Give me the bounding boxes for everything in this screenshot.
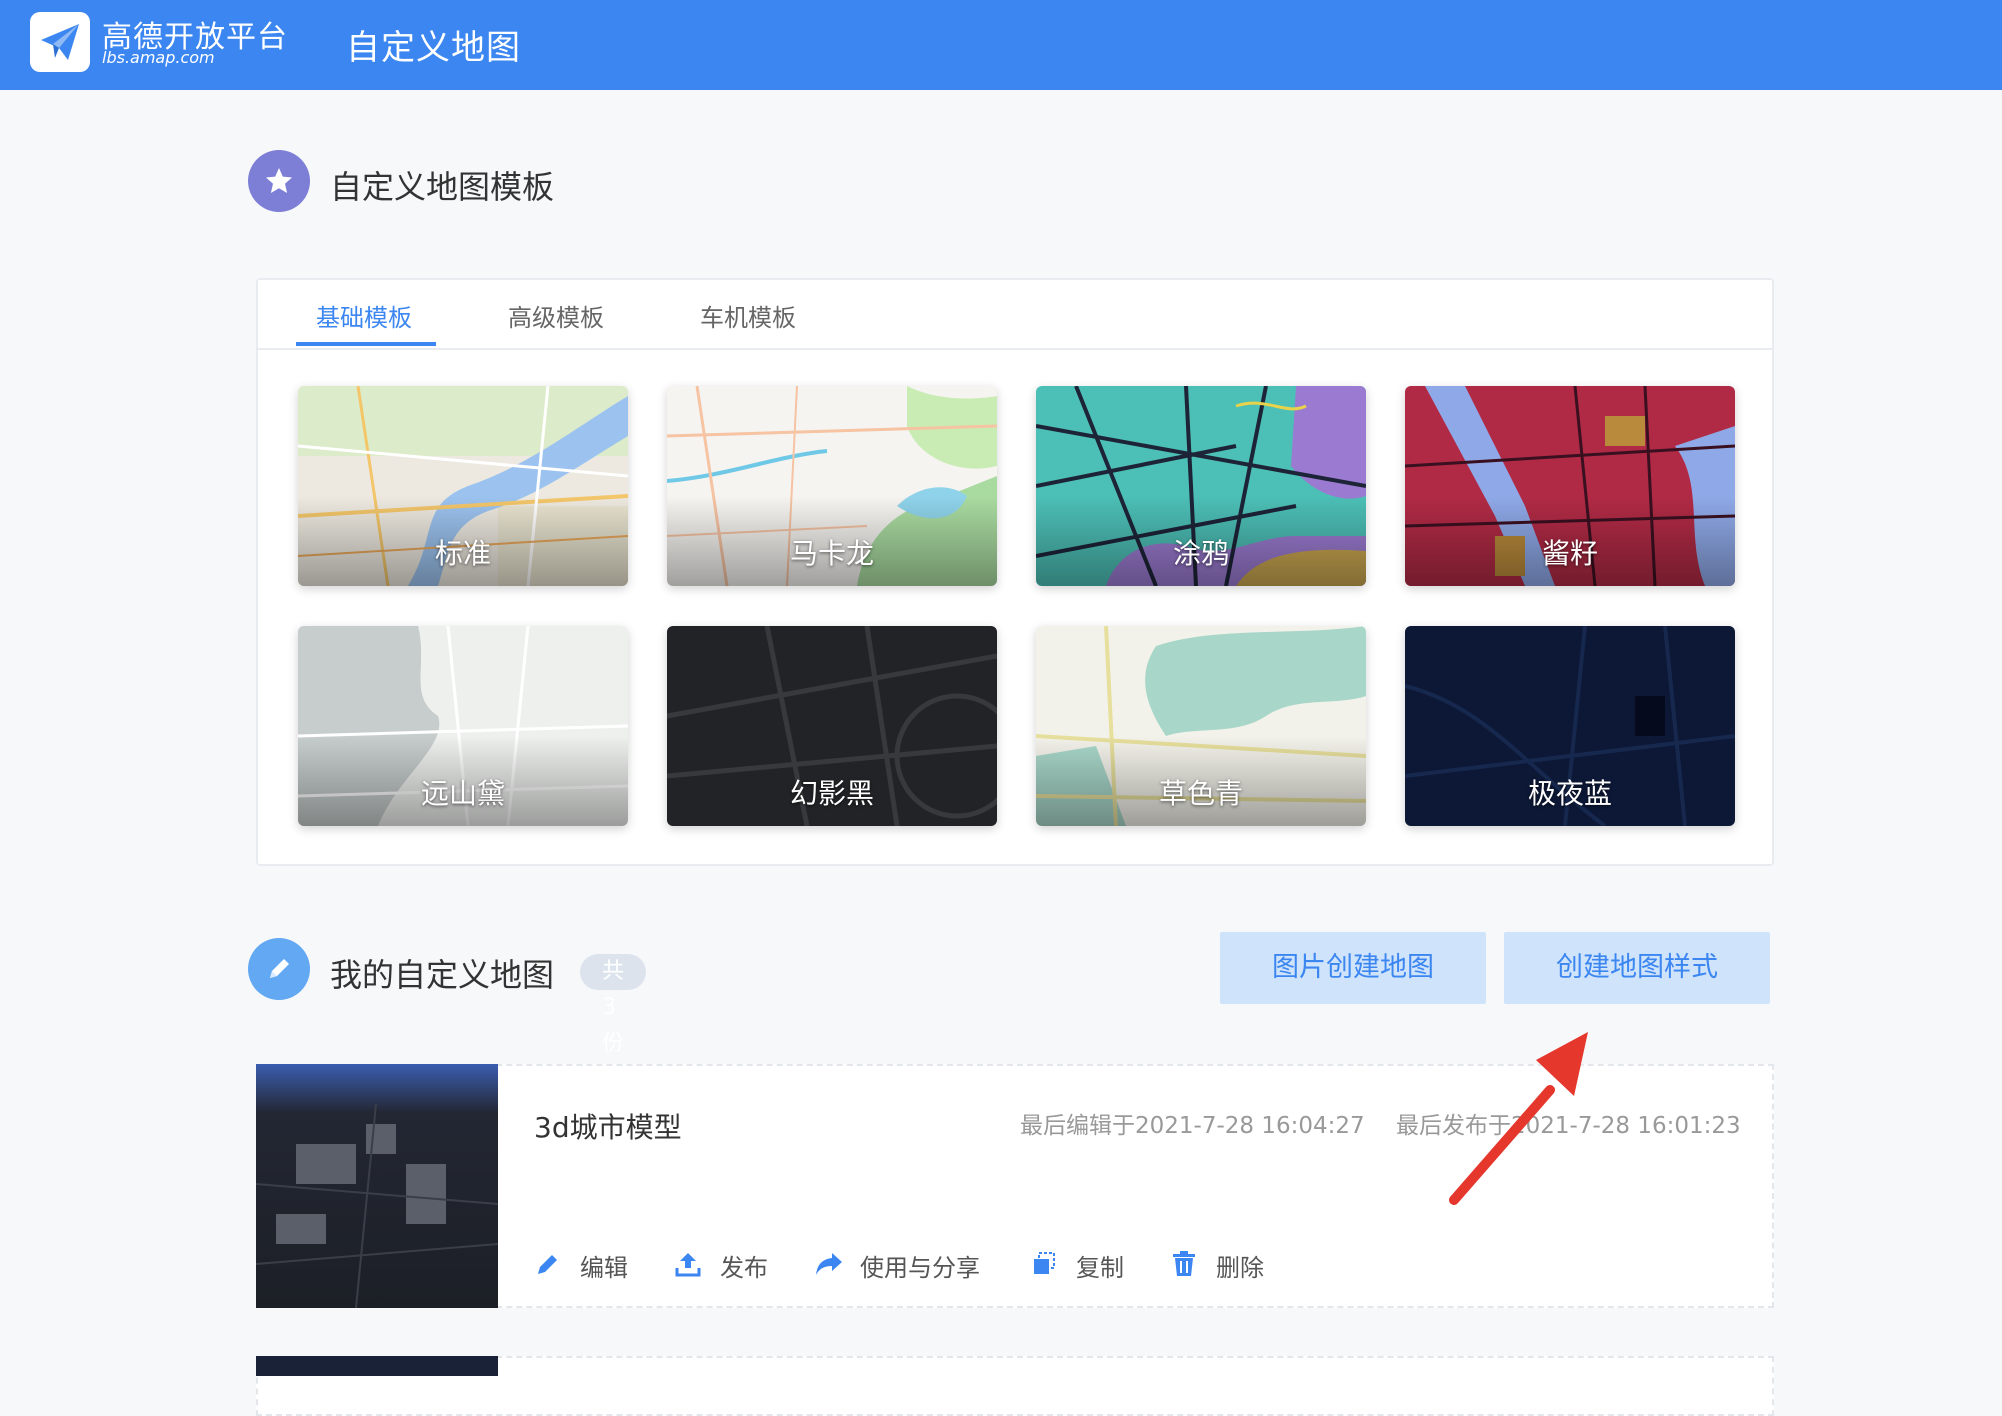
tab-car[interactable]: 车机模板 <box>700 298 796 333</box>
share-icon <box>816 1253 842 1275</box>
map-thumbnail[interactable] <box>256 1356 498 1376</box>
tab-advanced[interactable]: 高级模板 <box>508 298 604 333</box>
paper-plane-icon <box>41 24 79 60</box>
template-card-sauce[interactable]: 酱籽 <box>1405 386 1735 586</box>
upload-icon <box>675 1253 701 1277</box>
template-card-macaron[interactable]: 马卡龙 <box>667 386 997 586</box>
template-card-standard[interactable]: 标准 <box>298 386 628 586</box>
card-label: 马卡龙 <box>789 537 874 570</box>
trash-icon <box>1173 1251 1195 1276</box>
star-icon <box>248 150 310 212</box>
map-count-badge: 共3份 <box>580 954 647 1056</box>
template-card-grass-green[interactable]: 草色青 <box>1036 626 1366 826</box>
create-map-style-button[interactable]: 创建地图样式 <box>1504 932 1770 1004</box>
last-edited: 最后编辑于2021-7-28 16:04:27 <box>1020 1113 1365 1139</box>
edit-icon <box>538 1255 557 1274</box>
card-label: 标准 <box>434 537 491 570</box>
my-maps-title: 我的自定义地图 <box>330 956 555 994</box>
card-label: 酱籽 <box>1541 537 1598 570</box>
top-bar: 高德开放平台 lbs.amap.com 自定义地图 <box>0 0 2002 90</box>
card-label: 极夜蓝 <box>1527 777 1612 810</box>
logo-domain: lbs.amap.com <box>102 48 215 67</box>
template-tabs: 基础模板 高级模板 车机模板 <box>258 280 1772 350</box>
red-arrow-annotation <box>1449 1032 1588 1205</box>
pencil-icon <box>248 938 310 1000</box>
templates-title: 自定义地图模板 <box>330 168 555 206</box>
card-label: 远山黛 <box>420 777 505 810</box>
template-card-mountain[interactable]: 远山黛 <box>298 626 628 826</box>
image-create-map-button[interactable]: 图片创建地图 <box>1220 932 1486 1004</box>
card-label: 草色青 <box>1158 777 1243 810</box>
active-tab-indicator <box>296 342 436 346</box>
copy-icon <box>1034 1252 1055 1274</box>
map-thumbnail[interactable] <box>256 1064 498 1308</box>
map-name[interactable]: 3d城市模型 <box>534 1106 682 1146</box>
templates-panel: 基础模板 高级模板 车机模板 标准 马卡龙 涂鸦 酱籽 远山黛 幻影黑 草色青 … <box>256 278 1774 866</box>
app-title[interactable]: 自定义地图 <box>346 20 521 69</box>
tab-basic[interactable]: 基础模板 <box>316 298 412 333</box>
logo[interactable] <box>30 12 90 72</box>
template-card-polar-night-blue[interactable]: 极夜蓝 <box>1405 626 1735 826</box>
template-card-phantom-black[interactable]: 幻影黑 <box>667 626 997 826</box>
map-list-item <box>256 1356 1774 1416</box>
card-label: 涂鸦 <box>1172 537 1229 570</box>
template-card-graffiti[interactable]: 涂鸦 <box>1036 386 1366 586</box>
card-label: 幻影黑 <box>789 777 874 810</box>
